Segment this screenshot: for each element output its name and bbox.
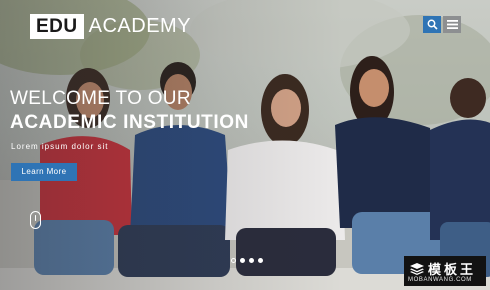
mouse-wheel-icon — [34, 215, 36, 221]
learn-more-button[interactable]: Learn More — [11, 163, 77, 181]
search-icon — [427, 19, 438, 30]
scroll-down-indicator[interactable] — [30, 211, 41, 229]
search-button[interactable] — [423, 16, 441, 33]
menu-button[interactable] — [443, 16, 461, 33]
slider-dot-1[interactable] — [231, 258, 236, 263]
hero-title-line2: ACADEMIC INSTITUTION — [10, 112, 249, 133]
stacked-layers-icon — [410, 262, 424, 275]
watermark-chinese: 模板王 — [428, 262, 477, 277]
watermark-badge: 模板王 MOBANWANG.COM — [404, 256, 486, 286]
logo-mark: EDU — [30, 14, 84, 39]
hamburger-menu-icon — [446, 20, 458, 29]
logo-wordmark: ACADEMY — [88, 15, 192, 37]
slider-pagination — [231, 258, 263, 263]
watermark-domain: MOBANWANG.COM — [408, 277, 472, 283]
slider-dot-4[interactable] — [258, 258, 263, 263]
slider-dot-3[interactable] — [249, 258, 254, 263]
site-logo[interactable]: EDU ACADEMY — [30, 14, 191, 39]
slider-dot-2[interactable] — [240, 258, 245, 263]
hero-tagline: Lorem ipsum dolor sit — [11, 142, 109, 151]
hero-title-line1: WELCOME TO OUR — [10, 88, 191, 109]
